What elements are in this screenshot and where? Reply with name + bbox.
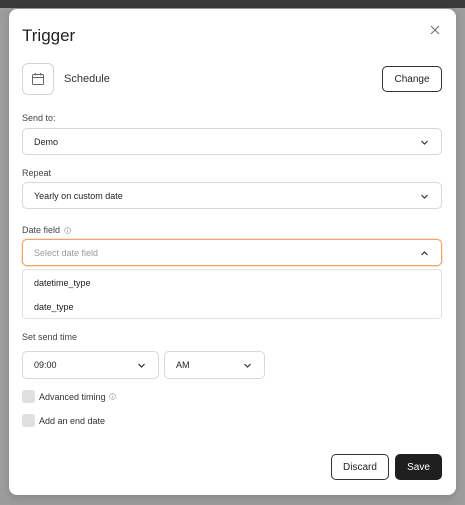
send-time-label: Set send time — [22, 332, 78, 342]
trigger-type-label: Schedule — [64, 73, 110, 85]
date-field-label-row: Date field — [22, 225, 71, 235]
am-pm-select[interactable]: AM — [164, 351, 265, 379]
change-trigger-button[interactable]: Change — [382, 66, 442, 92]
repeat-label: Repeat — [22, 168, 52, 178]
schedule-type-icon-box — [22, 63, 54, 95]
date-field-label: Date field — [22, 225, 61, 235]
end-date-checkbox[interactable] — [22, 414, 35, 427]
send-time-value: 09:00 — [34, 360, 57, 370]
info-icon[interactable] — [108, 393, 116, 400]
trigger-modal: Trigger Schedule Change Send to: Demo Re… — [9, 9, 456, 495]
am-pm-value: AM — [176, 360, 190, 370]
close-icon[interactable] — [428, 23, 442, 37]
send-to-value: Demo — [34, 136, 59, 147]
end-date-label: Add an end date — [39, 415, 106, 426]
send-to-select[interactable]: Demo — [22, 128, 442, 155]
window-top-bar — [0, 0, 465, 8]
save-button[interactable]: Save — [395, 454, 442, 480]
repeat-value: Yearly on custom date — [34, 190, 123, 201]
chevron-down-icon — [421, 140, 428, 145]
date-field-placeholder: Select date field — [34, 247, 99, 258]
chevron-up-icon — [421, 251, 428, 256]
advanced-timing-checkbox-row[interactable]: Advanced timing — [22, 390, 116, 403]
advanced-timing-label: Advanced timing — [39, 391, 106, 402]
info-icon[interactable] — [64, 226, 71, 234]
date-field-dropdown: datetime_type date_type — [22, 269, 442, 319]
send-to-label: Send to: — [22, 113, 56, 123]
chevron-down-icon — [138, 363, 145, 368]
send-time-select[interactable]: 09:00 — [22, 351, 159, 379]
advanced-timing-checkbox[interactable] — [22, 390, 35, 403]
chevron-down-icon — [244, 363, 251, 368]
backdrop-right — [455, 8, 465, 505]
end-date-checkbox-row[interactable]: Add an end date — [22, 414, 105, 427]
modal-title: Trigger — [22, 26, 76, 45]
repeat-select[interactable]: Yearly on custom date — [22, 182, 442, 209]
discard-button[interactable]: Discard — [331, 454, 389, 480]
date-field-option[interactable]: datetime_type — [34, 278, 91, 288]
date-field-option[interactable]: date_type — [34, 302, 74, 312]
calendar-icon — [32, 73, 44, 85]
chevron-down-icon — [421, 194, 428, 199]
date-field-select[interactable]: Select date field — [22, 239, 442, 266]
